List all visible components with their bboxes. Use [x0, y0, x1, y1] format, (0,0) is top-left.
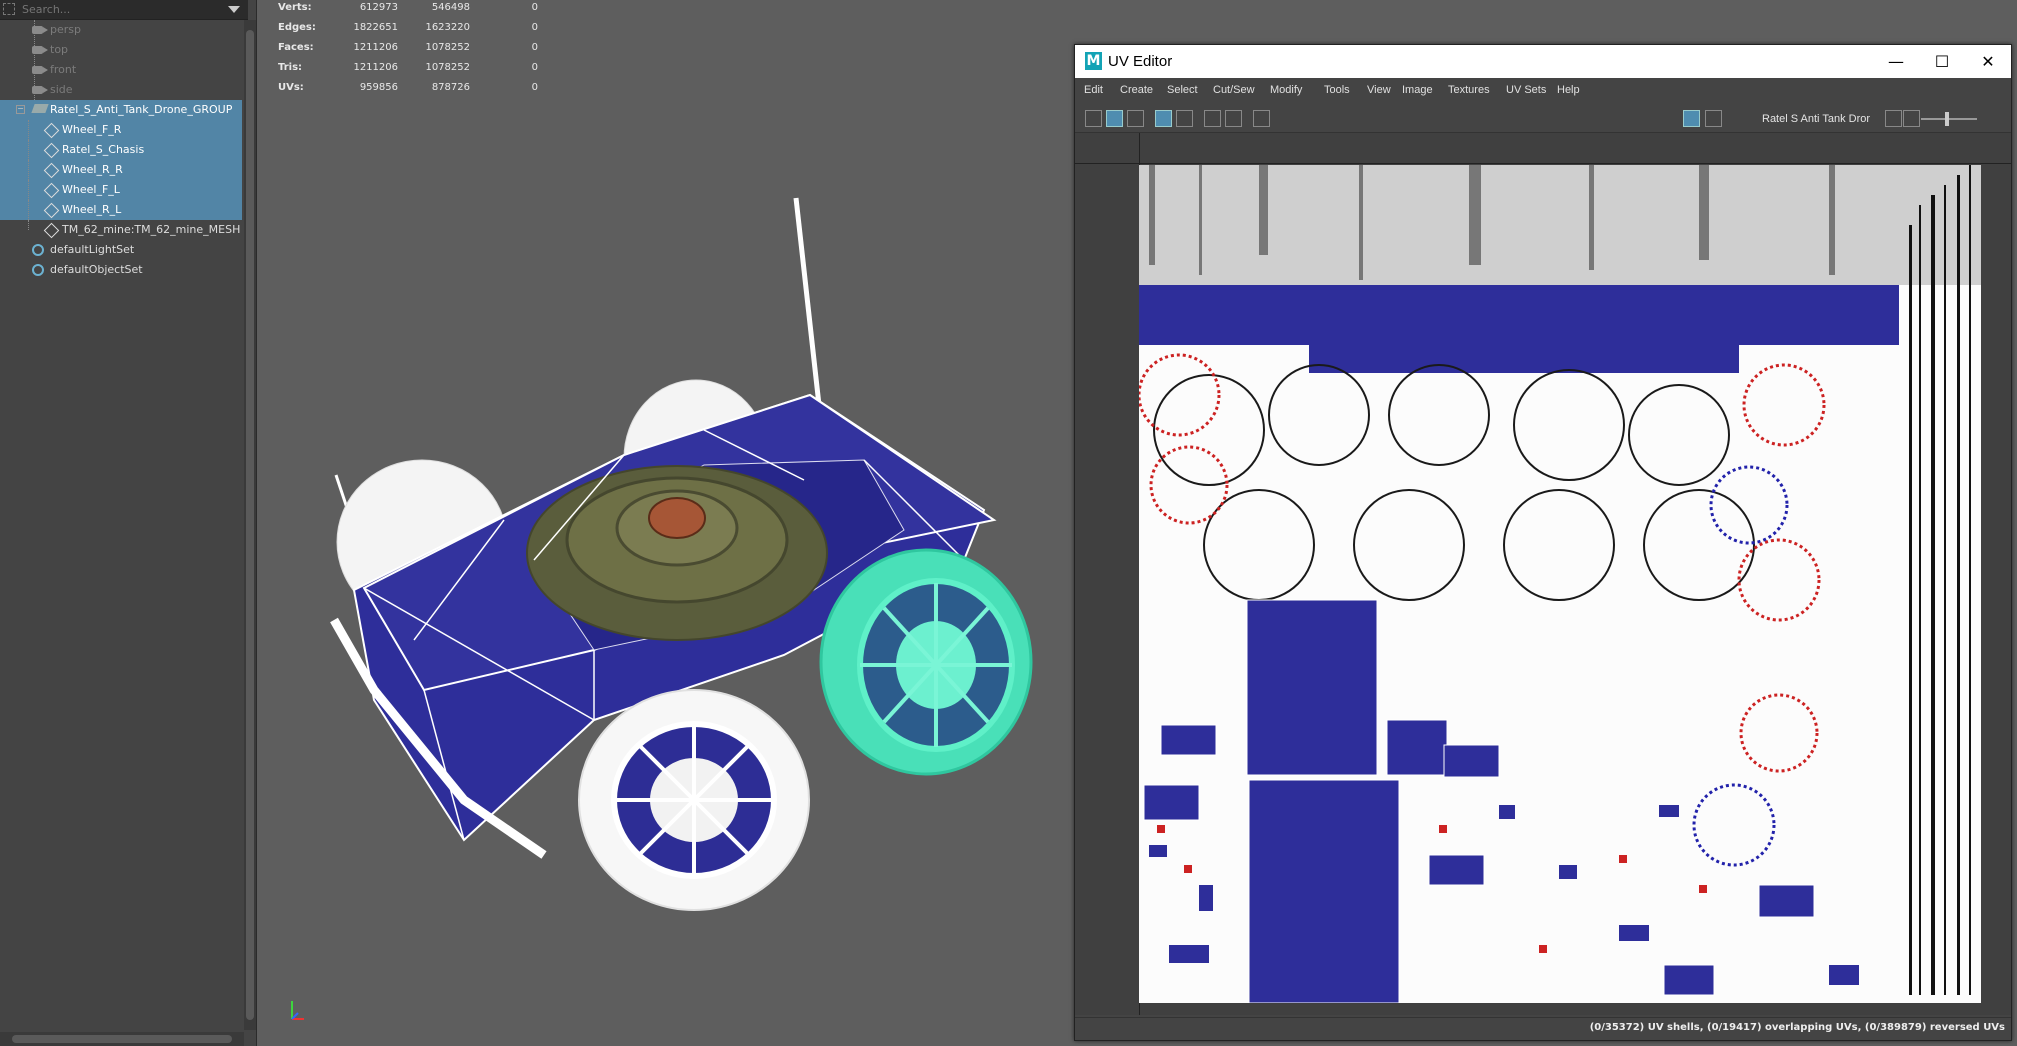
uv-editor-toolbar: Ratel S Anti Tank Dror — [1075, 106, 2011, 133]
menu-cut-sew[interactable]: Cut/Sew — [1213, 84, 1255, 96]
menu-image[interactable]: Image — [1402, 84, 1433, 96]
mesh-icon — [43, 202, 60, 219]
menu-create[interactable]: Create — [1120, 84, 1153, 96]
close-icon[interactable]: ✕ — [1965, 45, 2011, 78]
outliner-item-wheel-r-l[interactable]: Wheel_R_L — [0, 200, 242, 220]
uv-editor-menubar: Edit Create Select Cut/Sew Modify Tools … — [1075, 79, 2011, 103]
outliner-search-bar — [0, 0, 248, 20]
outliner-panel: persp top front side − Ratel_S_Anti_Tank… — [0, 0, 257, 1046]
uv-editor-statusbar: (0/35372) UV shells, (0/19417) overlappi… — [1075, 1017, 2011, 1040]
menu-help[interactable]: Help — [1557, 84, 1580, 96]
outliner-tree: persp top front side − Ratel_S_Anti_Tank… — [0, 20, 242, 280]
collapse-toggle[interactable]: − — [16, 105, 25, 114]
camera-icon — [32, 46, 48, 54]
outliner-item-top[interactable]: top — [0, 40, 242, 60]
outliner-item-front[interactable]: front — [0, 60, 242, 80]
uv-texture-canvas[interactable] — [1075, 133, 2011, 1015]
filter-icon[interactable] — [3, 3, 15, 15]
set-icon — [32, 244, 44, 256]
uv-layout-render — [1139, 165, 1981, 1003]
menu-view[interactable]: View — [1367, 84, 1391, 96]
minimize-icon[interactable]: — — [1873, 45, 1919, 78]
mesh-icon — [43, 122, 60, 139]
uv-set-name[interactable]: Ratel S Anti Tank Dror — [1762, 113, 1870, 125]
menu-modify[interactable]: Modify — [1270, 84, 1302, 96]
uv-set-options-icon[interactable] — [1885, 110, 1902, 127]
exposure-slider[interactable] — [1921, 112, 1977, 126]
maximize-icon[interactable]: ☐ — [1919, 45, 1965, 78]
outliner-item-wheel-f-r[interactable]: Wheel_F_R — [0, 120, 242, 140]
menu-textures[interactable]: Textures — [1448, 84, 1490, 96]
outliner-vertical-scrollbar[interactable] — [244, 20, 256, 1030]
shaded-uv-icon[interactable] — [1127, 110, 1144, 127]
mesh-icon — [43, 142, 60, 159]
drone-model-render[interactable] — [264, 0, 1064, 1046]
uv-shell-border-icon[interactable] — [1085, 110, 1102, 127]
camera-icon — [32, 66, 48, 74]
menu-uv-sets[interactable]: UV Sets — [1506, 84, 1546, 96]
outliner-item-wheel-f-l[interactable]: Wheel_F_L — [0, 180, 242, 200]
set-icon — [32, 264, 44, 276]
image-display-icon[interactable] — [1683, 110, 1700, 127]
checker-icon[interactable] — [1705, 110, 1722, 127]
group-icon — [31, 104, 49, 113]
outliner-horizontal-scrollbar[interactable] — [0, 1032, 244, 1046]
outliner-item-default-object-set[interactable]: defaultObjectSet — [0, 260, 242, 280]
menu-select[interactable]: Select — [1167, 84, 1198, 96]
outliner-search-input[interactable] — [22, 2, 222, 17]
outliner-item-side[interactable]: side — [0, 80, 242, 100]
menu-edit[interactable]: Edit — [1084, 84, 1103, 96]
view-axis-gizmo — [291, 1001, 304, 1020]
outliner-item-default-light-set[interactable]: defaultLightSet — [0, 240, 242, 260]
uv-status-text: (0/35372) UV shells, (0/19417) overlappi… — [1589, 1022, 2005, 1033]
search-options-chevron-down-icon[interactable] — [228, 6, 240, 13]
mesh-icon — [43, 162, 60, 179]
snapshot-icon[interactable] — [1253, 110, 1270, 127]
image-ratio-icon[interactable] — [1903, 110, 1920, 127]
camera-icon — [32, 26, 48, 34]
camera-icon — [32, 86, 48, 94]
outliner-item-tm-62-mine[interactable]: TM_62_mine:TM_62_mine_MESH — [0, 220, 242, 240]
menu-tools[interactable]: Tools — [1324, 84, 1350, 96]
outliner-item-wheel-r-r[interactable]: Wheel_R_R — [0, 160, 242, 180]
distortion-icon[interactable] — [1176, 110, 1193, 127]
mesh-icon — [43, 222, 60, 239]
texture-display-icon[interactable] — [1106, 110, 1123, 127]
dim-image-icon[interactable] — [1155, 110, 1172, 127]
outliner-item-ratel-s-chasis[interactable]: Ratel_S_Chasis — [0, 140, 242, 160]
uv-editor-window: M UV Editor — ☐ ✕ Edit Create Select Cut… — [1074, 44, 2012, 1041]
outliner-item-group[interactable]: − Ratel_S_Anti_Tank_Drone_GROUP — [0, 100, 242, 120]
uv-editor-titlebar[interactable]: M UV Editor — ☐ ✕ — [1075, 45, 2011, 78]
snap-icon[interactable] — [1225, 110, 1242, 127]
outliner-item-persp[interactable]: persp — [0, 20, 242, 40]
grid-icon[interactable] — [1204, 110, 1221, 127]
maya-app-icon: M — [1085, 52, 1102, 70]
mesh-icon — [43, 182, 60, 199]
window-title: UV Editor — [1108, 53, 1173, 70]
